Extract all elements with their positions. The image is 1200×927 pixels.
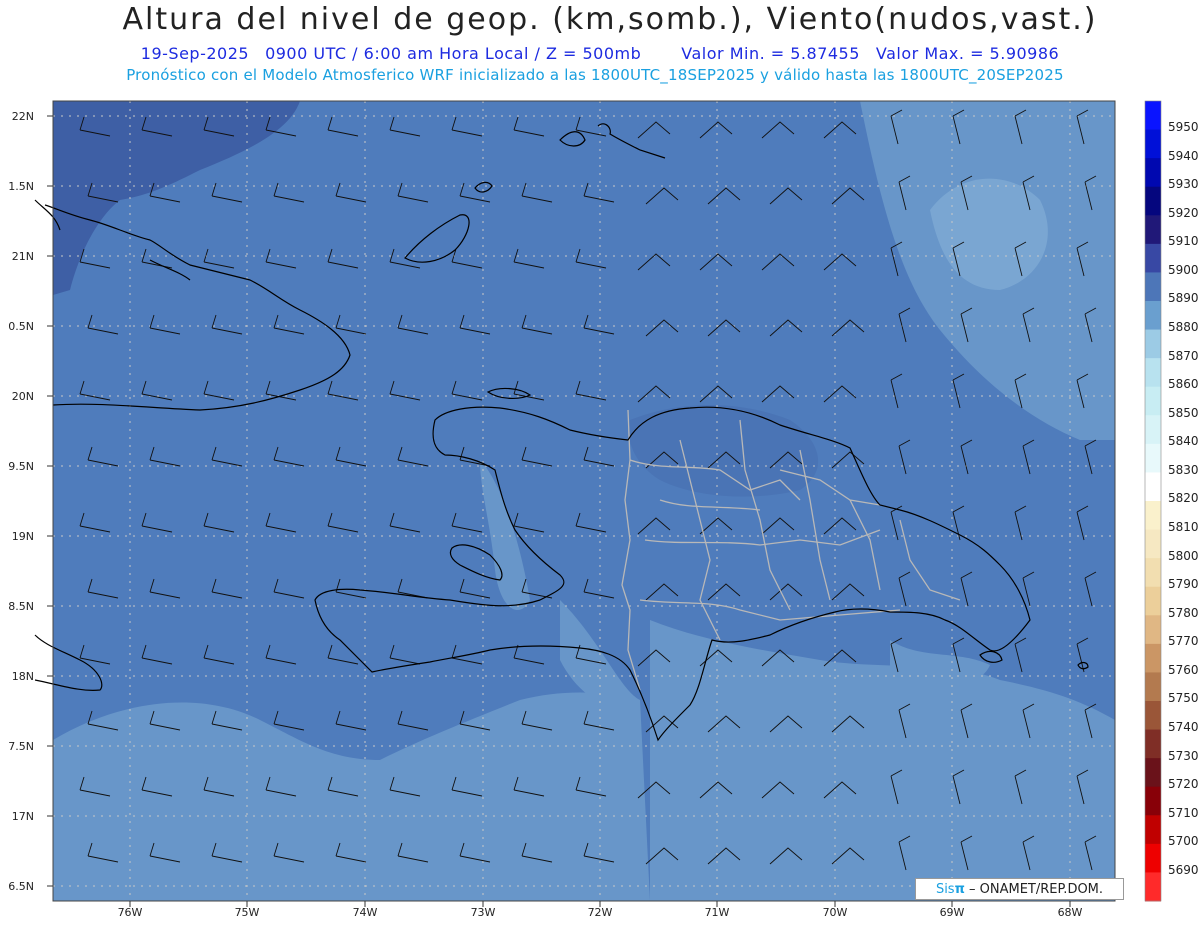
lat-label: 1.5N (8, 180, 34, 193)
colorbar-segment (1145, 758, 1161, 788)
lat-label: 9.5N (8, 460, 34, 473)
colorbar-segment (1145, 329, 1161, 359)
colorbar-label: 5730 (1168, 748, 1199, 763)
lat-label: 18N (11, 670, 34, 683)
colorbar-segment (1145, 786, 1161, 816)
colorbar-label: 5740 (1168, 720, 1199, 734)
colorbar-segment (1145, 872, 1161, 902)
credit-box: Sis π – ONAMET/REP.DOM. (915, 878, 1124, 900)
lon-label: 75W (234, 906, 260, 919)
colorbar-segment (1145, 386, 1161, 416)
lon-label: 76W (117, 906, 143, 919)
colorbar-label: 5850 (1168, 405, 1199, 420)
colorbar-label: 5700 (1168, 834, 1199, 849)
colorbar-label: 5890 (1168, 291, 1199, 306)
colorbar-label: 5720 (1168, 777, 1199, 792)
colorbar-segment (1145, 643, 1161, 673)
colorbar-segment (1145, 129, 1161, 159)
credit-text: – ONAMET/REP.DOM. (969, 881, 1104, 897)
colorbar-label: 5820 (1168, 491, 1199, 506)
colorbar-label: 5880 (1168, 320, 1199, 334)
brand-pi: π (954, 881, 965, 897)
colorbar-segment (1145, 615, 1161, 645)
colorbar-segment (1145, 672, 1161, 702)
colorbar-label: 5780 (1168, 605, 1199, 620)
map-figure (34, 100, 1162, 907)
colorbar (1145, 101, 1161, 902)
colorbar-segment (1145, 272, 1161, 302)
lon-label: 71W (704, 906, 730, 919)
colorbar-segment (1145, 558, 1161, 588)
colorbar-segment (1145, 358, 1161, 388)
colorbar-segment (1145, 729, 1161, 759)
lon-label: 74W (352, 906, 378, 919)
colorbar-label: 5790 (1168, 577, 1199, 592)
lon-label: 68W (1057, 906, 1083, 919)
colorbar-segment (1145, 472, 1161, 502)
colorbar-segment (1145, 501, 1161, 531)
colorbar-label: 5950 (1168, 120, 1199, 134)
colorbar-label: 5930 (1168, 177, 1199, 192)
colorbar-segment (1145, 701, 1161, 731)
lat-label: 20N (11, 390, 34, 403)
colorbar-segment (1145, 415, 1161, 445)
colorbar-segment (1145, 843, 1161, 873)
geopotential-field (53, 101, 1115, 901)
colorbar-label: 5690 (1168, 862, 1199, 877)
lat-label: 6.5N (8, 880, 34, 893)
lat-label: 22N (11, 110, 34, 123)
colorbar-segment (1145, 158, 1161, 188)
colorbar-label: 5770 (1168, 634, 1199, 649)
colorbar-segment (1145, 586, 1161, 616)
colorbar-segment (1145, 186, 1161, 216)
colorbar-segment (1145, 443, 1161, 473)
colorbar-label: 5810 (1168, 520, 1199, 534)
colorbar-segment (1145, 215, 1161, 245)
colorbar-label: 5710 (1168, 805, 1199, 820)
colorbar-label: 5800 (1168, 548, 1199, 563)
lon-label: 72W (587, 906, 613, 919)
colorbar-label: 5830 (1168, 462, 1199, 477)
colorbar-label: 5900 (1168, 262, 1199, 277)
colorbar-label: 5840 (1168, 434, 1199, 449)
colorbar-label: 5750 (1168, 691, 1199, 706)
colorbar-segment (1145, 301, 1161, 331)
colorbar-label: 5920 (1168, 205, 1199, 220)
lon-label: 70W (822, 906, 848, 919)
colorbar-segment (1145, 243, 1161, 273)
lat-label: 21N (11, 250, 34, 263)
colorbar-segment (1145, 529, 1161, 559)
lat-label: 0.5N (8, 320, 34, 333)
lat-label: 17N (11, 810, 34, 823)
colorbar-label: 5910 (1168, 234, 1199, 249)
colorbar-label: 5760 (1168, 662, 1199, 677)
colorbar-label: 5870 (1168, 348, 1199, 363)
colorbar-segment (1145, 815, 1161, 845)
lat-label: 19N (11, 530, 34, 543)
lon-label: 73W (470, 906, 496, 919)
lat-label: 8.5N (8, 600, 34, 613)
colorbar-segment (1145, 101, 1161, 131)
lon-label: 69W (939, 906, 965, 919)
colorbar-label: 5860 (1168, 377, 1199, 392)
lat-label: 7.5N (8, 740, 34, 753)
colorbar-label: 5940 (1168, 148, 1199, 163)
brand-sis: Sis (935, 881, 955, 897)
